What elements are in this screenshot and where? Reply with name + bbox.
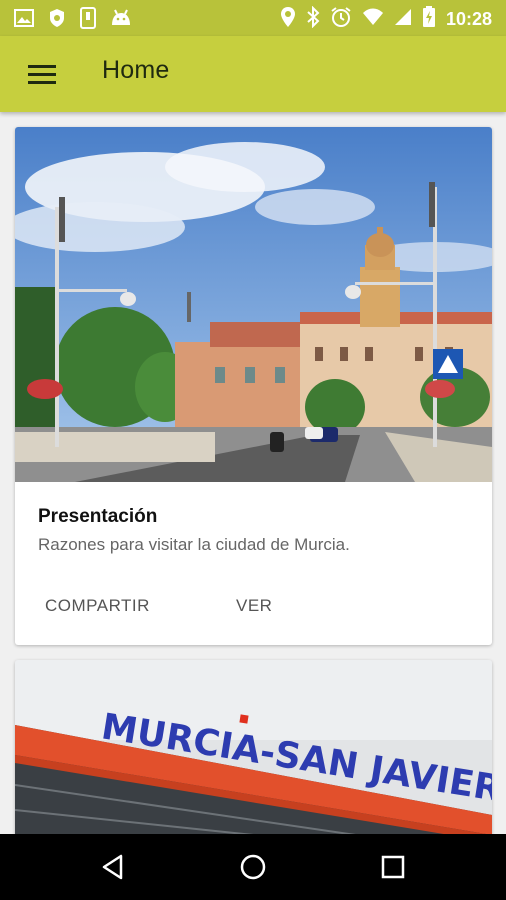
navigation-bar [0, 834, 506, 900]
hamburger-menu-icon[interactable] [28, 58, 62, 90]
card-presentacion[interactable]: Presentación Razones para visitar la ciu… [15, 127, 492, 645]
image-icon [14, 9, 34, 32]
phone-icon [80, 7, 96, 34]
card-description: Razones para visitar la ciudad de Murcia… [38, 535, 350, 554]
page-title: Home [102, 56, 170, 84]
status-bar: 10:28 [0, 0, 506, 36]
location-icon [280, 6, 296, 33]
compartir-button[interactable]: COMPARTIR [45, 596, 150, 616]
recents-icon[interactable] [378, 852, 408, 882]
wifi-icon [362, 8, 384, 31]
murcia-san-javier-airport-sign[interactable]: MURCIA-SAN JAVIER [15, 660, 492, 834]
android-icon [110, 9, 132, 32]
back-icon[interactable] [99, 852, 129, 882]
alarm-icon [330, 6, 352, 33]
bluetooth-icon [306, 5, 320, 33]
murcia-bridge-cathedral-photo[interactable] [15, 127, 492, 482]
app-bar: Home [0, 36, 506, 112]
home-icon[interactable] [238, 852, 268, 882]
card-title: Presentación [38, 506, 158, 527]
shield-icon [48, 8, 66, 33]
ver-button[interactable]: VER [236, 596, 272, 616]
card-list[interactable]: Presentación Razones para visitar la ciu… [0, 112, 506, 834]
signal-icon [394, 8, 412, 31]
status-time: 10:28 [445, 9, 492, 29]
battery-icon [422, 6, 436, 33]
card-aeropuerto[interactable]: MURCIA-SAN JAVIER [15, 660, 492, 834]
